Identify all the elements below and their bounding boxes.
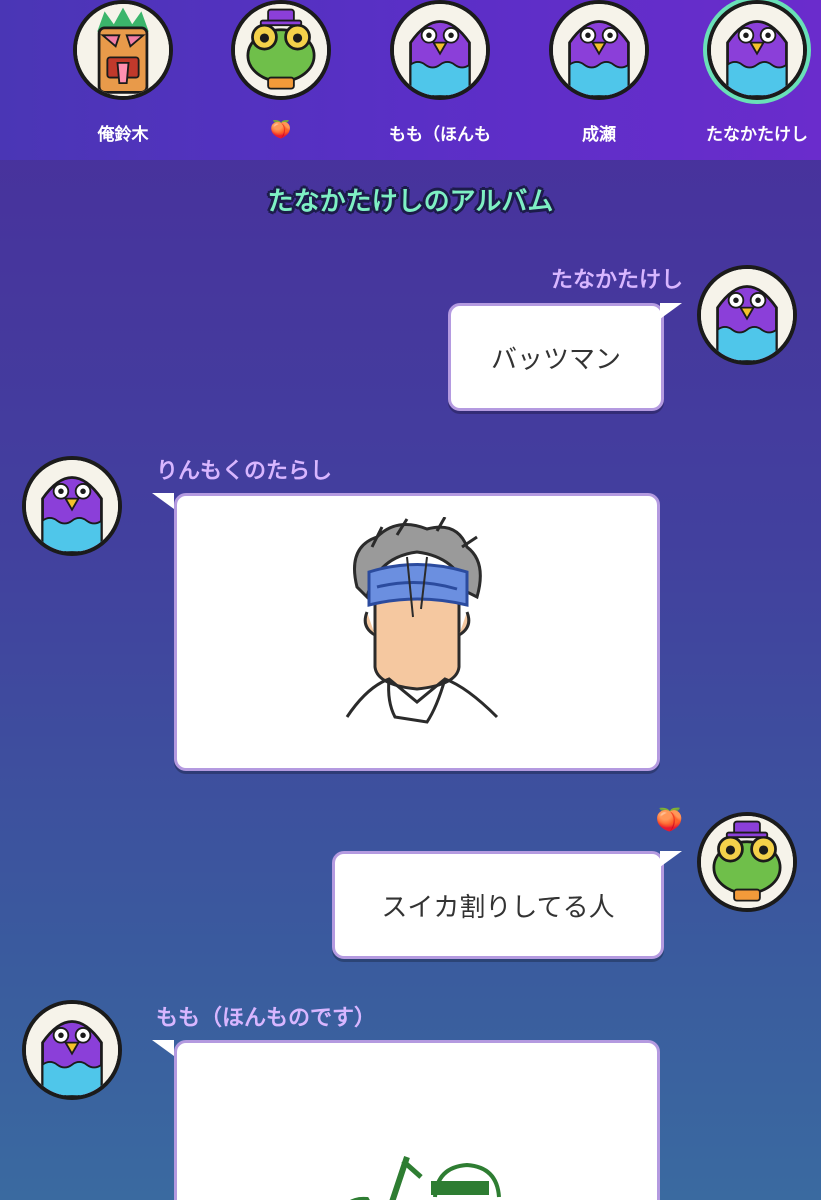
player-name: 俺鈴木 bbox=[97, 125, 149, 145]
player-item-4[interactable]: 成瀬 bbox=[524, 0, 674, 160]
player-item-1[interactable]: 俺鈴木 bbox=[48, 0, 198, 160]
message-author: 🍑 bbox=[655, 808, 683, 833]
drawing-bubble[interactable] bbox=[174, 1040, 660, 1200]
frog-icon bbox=[231, 0, 331, 100]
tiki-mask-icon bbox=[73, 0, 173, 100]
player-name: 🍑 bbox=[270, 120, 292, 140]
album-title: たなかたけしのアルバム bbox=[267, 187, 554, 217]
message-author: りんもくのたらし bbox=[156, 459, 333, 484]
player-name: もも（ほんも bbox=[389, 125, 491, 145]
message-text: バッツマン bbox=[490, 344, 621, 375]
pigeon-icon[interactable] bbox=[22, 456, 122, 556]
player-name: 成瀬 bbox=[582, 125, 616, 145]
drawing-bubble[interactable] bbox=[174, 493, 660, 771]
frog-icon[interactable] bbox=[697, 812, 797, 912]
pigeon-icon bbox=[707, 0, 807, 100]
pigeon-icon bbox=[549, 0, 649, 100]
message-author: もも（ほんものです） bbox=[156, 1006, 377, 1031]
pigeon-icon[interactable] bbox=[22, 1000, 122, 1100]
message-bubble: スイカ割りしてる人 bbox=[332, 851, 664, 959]
pigeon-icon[interactable] bbox=[697, 265, 797, 365]
player-name: たなかたけし bbox=[706, 125, 808, 145]
player-item-5[interactable]: たなかたけし bbox=[682, 0, 821, 160]
message-text: スイカ割りしてる人 bbox=[381, 892, 615, 923]
drawing-headband-man bbox=[345, 517, 499, 724]
player-strip: ♛ 俺鈴木 bbox=[0, 0, 821, 160]
player-item-3[interactable]: もも（ほんも bbox=[365, 0, 515, 160]
bubble-tail bbox=[152, 493, 174, 509]
pigeon-icon bbox=[390, 0, 490, 100]
message-author: たなかたけし bbox=[550, 268, 683, 293]
player-item-0[interactable]: ♛ bbox=[0, 0, 25, 160]
bubble-tail bbox=[152, 1040, 174, 1056]
bubble-tail bbox=[660, 303, 682, 319]
drawing-watermelon-split bbox=[350, 1156, 501, 1200]
bubble-tail bbox=[660, 851, 682, 867]
message-bubble: バッツマン bbox=[448, 303, 664, 411]
player-item-2[interactable]: 🍑 bbox=[206, 0, 356, 160]
